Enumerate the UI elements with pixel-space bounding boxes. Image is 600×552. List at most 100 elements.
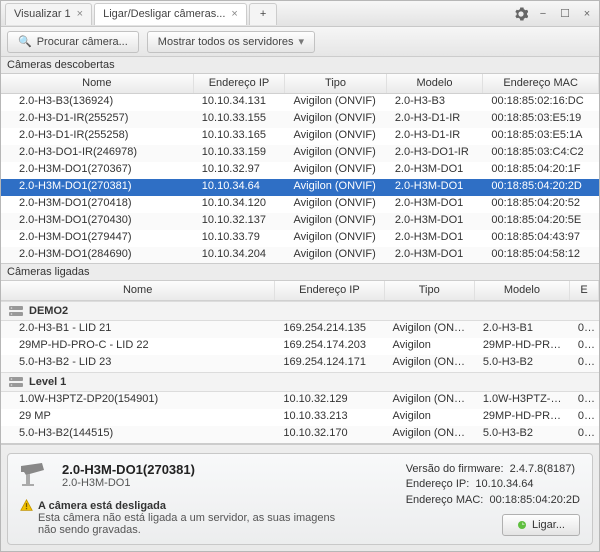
table-row[interactable]: 29MP-HD-PRO-C - LID 22169.254.174.203Avi… (1, 338, 599, 355)
cell-name: 29 MP (1, 409, 275, 426)
close-icon[interactable]: × (231, 8, 237, 20)
cell-e: 00:1 (570, 321, 599, 338)
cell-type: Avigilon (385, 409, 475, 426)
cell-mac: 00:18:85:03:E5:1A (483, 128, 599, 145)
cell-ip: 10.10.33.165 (194, 128, 286, 145)
col-ip[interactable]: Endereço IP (194, 74, 286, 93)
cell-model: 2.0-H3M-DO1 (387, 230, 484, 247)
search-camera-button[interactable]: 🔍 Procurar câmera... (7, 31, 139, 53)
cell-mac: 00:18:85:04:20:1F (483, 162, 599, 179)
cell-name: 5.0-H3-B2 - LID 23 (1, 355, 275, 372)
col-mac[interactable]: Endereço MAC (483, 74, 599, 93)
cell-type: Avigilon (ONVIF) (286, 111, 387, 128)
cell-model: 2.0-H3-DO1-IR (387, 145, 484, 162)
tab-viewer-1[interactable]: Visualizar 1 × (5, 3, 92, 25)
cell-model: 2.0-H3M-DO1 (387, 196, 484, 213)
cell-ip: 169.254.214.135 (275, 321, 384, 338)
cell-mac: 00:18:85:04:58:12 (483, 247, 599, 264)
horizontal-scrollbar[interactable] (1, 444, 599, 447)
cell-model: 2.0-H3M-DO1 (387, 179, 484, 196)
cell-model: 2.0-H3M-DO1 (387, 213, 484, 230)
discovered-header: Nome Endereço IP Tipo Modelo Endereço MA… (1, 74, 599, 94)
server-icon (9, 306, 23, 316)
col-type[interactable]: Tipo (285, 74, 386, 93)
toolbar: 🔍 Procurar câmera... Mostrar todos os se… (1, 27, 599, 57)
table-row[interactable]: 5.0-H3-B2(144515)10.10.32.170Avigilon (O… (1, 426, 599, 443)
cell-name: 2.0-H3-D1-IR(255257) (1, 111, 194, 128)
ip-label: Endereço IP: (406, 478, 470, 490)
cell-name: 2.0-H3-B1 - LID 21 (1, 321, 275, 338)
col-type[interactable]: Tipo (385, 281, 475, 300)
cell-mac: 00:18:85:02:16:DC (483, 94, 599, 111)
maximize-icon[interactable]: ☐ (557, 6, 573, 22)
table-row[interactable]: 1.0W-H3PTZ-DP20(154901)10.10.32.129Avigi… (1, 392, 599, 409)
tab-connect-cameras[interactable]: Ligar/Desligar câmeras... × (94, 3, 247, 25)
warning-icon (20, 499, 33, 512)
connected-panel: Nome Endereço IP Tipo Modelo E DEMO22.0-… (1, 281, 599, 447)
discovered-table: Nome Endereço IP Tipo Modelo Endereço MA… (1, 74, 599, 264)
warning-title: A câmera está desligada (38, 500, 166, 512)
table-row[interactable]: 2.0-H3-DO1-IR(246978)10.10.33.159Avigilo… (1, 145, 599, 162)
col-model[interactable]: Modelo (475, 281, 570, 300)
discovered-body[interactable]: 2.0-H3-B3(136924)10.10.34.131Avigilon (O… (1, 94, 599, 264)
cell-name: 1.0W-H3PTZ-DP20(154901) (1, 392, 275, 409)
cell-name: 2.0-H3M-DO1(270367) (1, 162, 194, 179)
cell-ip: 169.254.174.203 (275, 338, 384, 355)
cell-name: 2.0-H3-D1-IR(255258) (1, 128, 194, 145)
connected-body[interactable]: DEMO22.0-H3-B1 - LID 21169.254.214.135Av… (1, 301, 599, 443)
cell-name: 2.0-H3M-DO1(270418) (1, 196, 194, 213)
plus-icon: + (260, 8, 266, 20)
cell-model: 1.0W-H3PTZ-DP20 (475, 392, 570, 409)
cell-type: Avigilon (ONVIF) (385, 392, 475, 409)
tab-add[interactable]: + (249, 3, 277, 25)
show-all-servers-button[interactable]: Mostrar todos os servidores ▾ (147, 31, 315, 53)
table-row[interactable]: 2.0-H3-B1 - LID 21169.254.214.135Avigilo… (1, 321, 599, 338)
cell-model: 2.0-H3-B3 (387, 94, 484, 111)
cell-type: Avigilon (385, 338, 475, 355)
cell-name: 2.0-H3M-DO1(284690) (1, 247, 194, 264)
connected-header: Nome Endereço IP Tipo Modelo E (1, 281, 599, 301)
minimize-icon[interactable]: − (535, 6, 551, 22)
table-row[interactable]: 2.0-H3-D1-IR(255257)10.10.33.155Avigilon… (1, 111, 599, 128)
cell-model: 2.0-H3-B1 (475, 321, 570, 338)
cell-ip: 10.10.34.131 (194, 94, 286, 111)
table-row[interactable]: 2.0-H3M-DO1(279447)10.10.33.79Avigilon (… (1, 230, 599, 247)
cell-mac: 00:18:85:03:C4:C2 (483, 145, 599, 162)
table-row[interactable]: 2.0-H3M-DO1(270418)10.10.34.120Avigilon … (1, 196, 599, 213)
details-title: 2.0-H3M-DO1(270381) (62, 462, 195, 477)
mac-value: 00:18:85:04:20:2D (489, 494, 580, 506)
button-label: Ligar... (532, 519, 565, 531)
cell-mac: 00:18:85:04:20:5E (483, 213, 599, 230)
gear-icon[interactable] (513, 6, 529, 22)
cell-type: Avigilon (ONVIF) (286, 230, 387, 247)
cell-e: 00:1 (570, 392, 599, 409)
col-name[interactable]: Nome (1, 74, 194, 93)
chevron-down-icon: ▾ (299, 35, 305, 48)
table-row[interactable]: 2.0-H3M-DO1(270430)10.10.32.137Avigilon … (1, 213, 599, 230)
table-row[interactable]: 5.0-H3-B2 - LID 23169.254.124.171Avigilo… (1, 355, 599, 372)
tab-label: Ligar/Desligar câmeras... (103, 8, 225, 20)
cell-name: 2.0-H3M-DO1(279447) (1, 230, 194, 247)
table-row[interactable]: 2.0-H3-D1-IR(255258)10.10.33.165Avigilon… (1, 128, 599, 145)
connect-button[interactable]: Ligar... (502, 514, 580, 536)
close-icon[interactable]: × (77, 8, 83, 20)
close-window-icon[interactable]: × (579, 6, 595, 22)
table-row[interactable]: 2.0-H3M-DO1(284690)10.10.34.204Avigilon … (1, 247, 599, 264)
table-row[interactable]: 2.0-H3M-DO1(270367)10.10.32.97Avigilon (… (1, 162, 599, 179)
cell-ip: 10.10.32.137 (194, 213, 286, 230)
col-model[interactable]: Modelo (387, 74, 484, 93)
table-row[interactable]: 29 MP10.10.33.213Avigilon29MP-HD-PRO-C00… (1, 409, 599, 426)
cell-ip: 10.10.33.79 (194, 230, 286, 247)
table-row[interactable]: 2.0-H3-B3(136924)10.10.34.131Avigilon (O… (1, 94, 599, 111)
col-name[interactable]: Nome (1, 281, 275, 300)
col-ip[interactable]: Endereço IP (275, 281, 384, 300)
col-e[interactable]: E (570, 281, 599, 300)
cell-type: Avigilon (ONVIF) (385, 321, 475, 338)
cell-mac: 00:18:85:04:43:97 (483, 230, 599, 247)
table-row[interactable]: 2.0-H3M-DO1(270381)10.10.34.64Avigilon (… (1, 179, 599, 196)
server-group-header[interactable]: Level 1 (1, 372, 599, 392)
cell-e: 00:1 (570, 426, 599, 443)
cell-ip: 10.10.34.64 (194, 179, 286, 196)
server-group-header[interactable]: DEMO2 (1, 301, 599, 321)
cell-type: Avigilon (ONVIF) (286, 94, 387, 111)
